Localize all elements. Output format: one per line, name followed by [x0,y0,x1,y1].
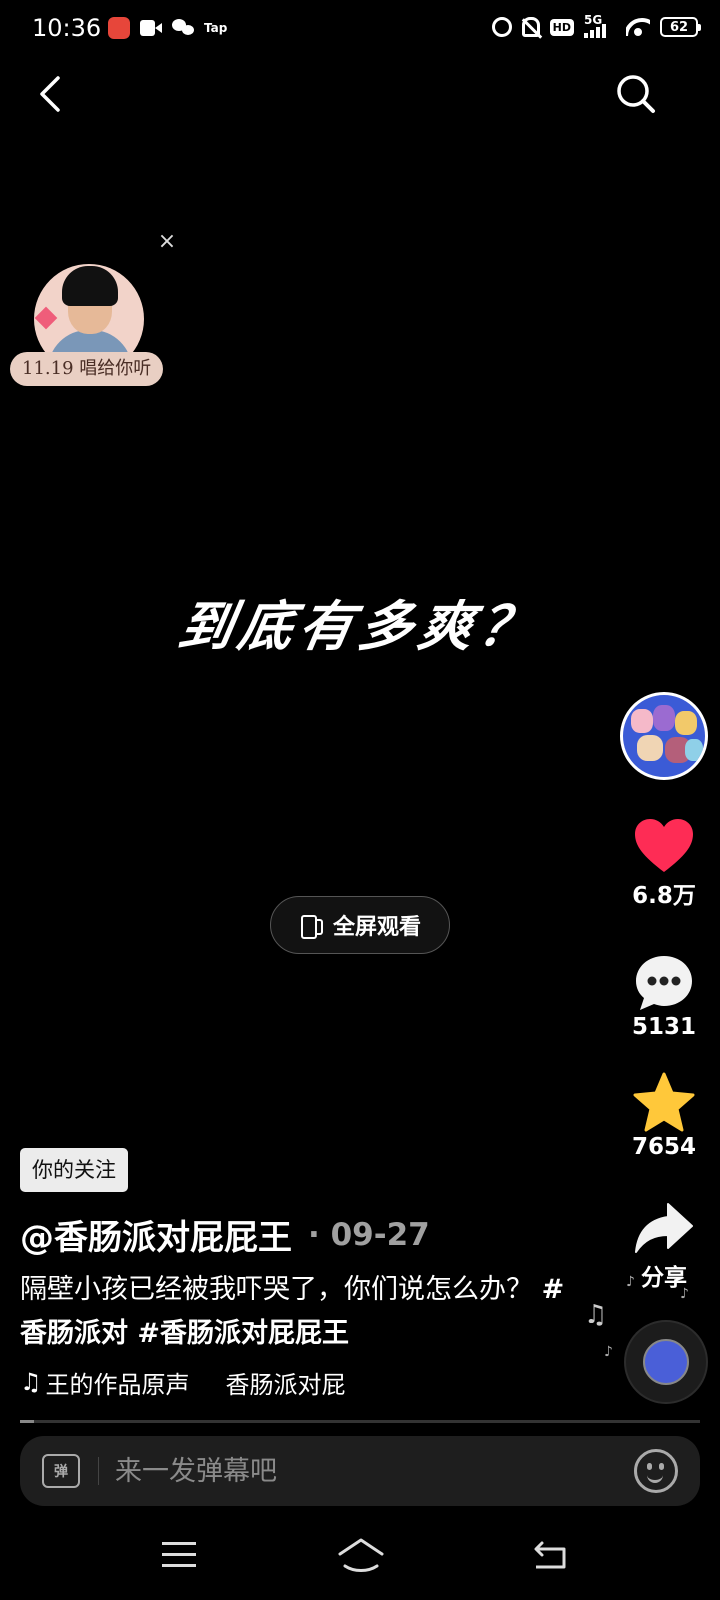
post-date: · 09-27 [308,1216,430,1253]
music-marquee[interactable]: ♫ 王的作品原声 香肠派对屁 [20,1364,380,1400]
comment-icon [636,956,692,1010]
danmaku-toggle-icon[interactable]: 弹 [42,1454,80,1488]
fullscreen-button[interactable]: 全屏观看 [270,896,450,954]
status-bar: 10:36 Tap HD 5G 62 [0,0,720,58]
system-nav-bar [0,1532,720,1582]
favorite-button[interactable]: 7654 [618,1072,710,1160]
music-author: 香肠派对屁 [225,1370,346,1399]
wifi-icon [626,18,650,36]
music-title: 王的作品原声 [45,1370,190,1399]
floating-notes-icon: ♫ ♪ ♪ ♪ [584,1274,689,1360]
search-button[interactable] [614,72,658,116]
danmaku-input[interactable] [115,1455,634,1487]
alarm-icon [491,17,512,37]
battery-icon: 62 [660,17,701,37]
mute-icon [521,17,540,37]
back-button[interactable] [30,72,74,116]
rotate-screen-icon [299,913,323,939]
hd-icon: HD [549,18,574,36]
danmaku-bar: 弹 [20,1436,700,1506]
fullscreen-label: 全屏观看 [332,915,421,940]
comment-count: 5131 [631,1014,696,1040]
home-icon[interactable] [336,1536,386,1572]
comment-button[interactable]: 5131 [618,954,710,1040]
wechat-icon [172,18,194,38]
tap-app-icon: Tap [204,21,228,35]
app-notification-icon [108,17,130,39]
chevron-left-icon [40,76,60,112]
status-system-icons: HD 5G 62 [491,13,701,38]
star-icon [633,1072,695,1132]
video-camera-icon [140,20,162,36]
status-notification-icons: Tap [108,17,227,39]
music-cover-icon [643,1339,689,1385]
promo-label[interactable]: 11.19 唱给你听 [10,352,164,386]
search-icon [617,75,655,113]
close-icon[interactable]: × [156,231,178,254]
divider [98,1457,99,1485]
video-progress-bar[interactable] [20,1420,700,1423]
music-note-icon: ♫ [20,1368,42,1396]
emoji-icon[interactable] [634,1449,678,1493]
music-disc[interactable] [624,1320,708,1404]
recent-apps-button[interactable] [162,1542,196,1568]
like-count: 6.8万 [632,883,696,909]
system-back-icon[interactable] [532,1540,568,1570]
status-time: 10:36 [32,14,102,42]
video-overlay-text: 到底有多爽？ [173,595,545,658]
author-avatar[interactable] [620,692,708,780]
share-arrow-icon [635,1203,693,1253]
author-name[interactable]: @香肠派对屁屁王 [20,1210,292,1259]
video-progress-fill [20,1420,34,1423]
signal-icon: 5G [584,13,616,38]
description-text: 隔壁小孩已经被我吓哭了，你们说怎么办？ [20,1274,533,1305]
heart-sticker-icon [34,306,58,330]
author-row: @香肠派对屁屁王 · 09-27 [20,1210,430,1259]
promo-widget[interactable]: × 11.19 唱给你听 [10,231,178,392]
following-badge: 你的关注 [20,1148,128,1192]
video-description: 隔壁小孩已经被我吓哭了，你们说怎么办？ #香肠派对 #香肠派对屁屁王 [20,1268,580,1356]
favorite-count: 7654 [631,1134,696,1160]
like-button[interactable]: 6.8万 [618,818,710,910]
heart-icon [635,819,693,872]
